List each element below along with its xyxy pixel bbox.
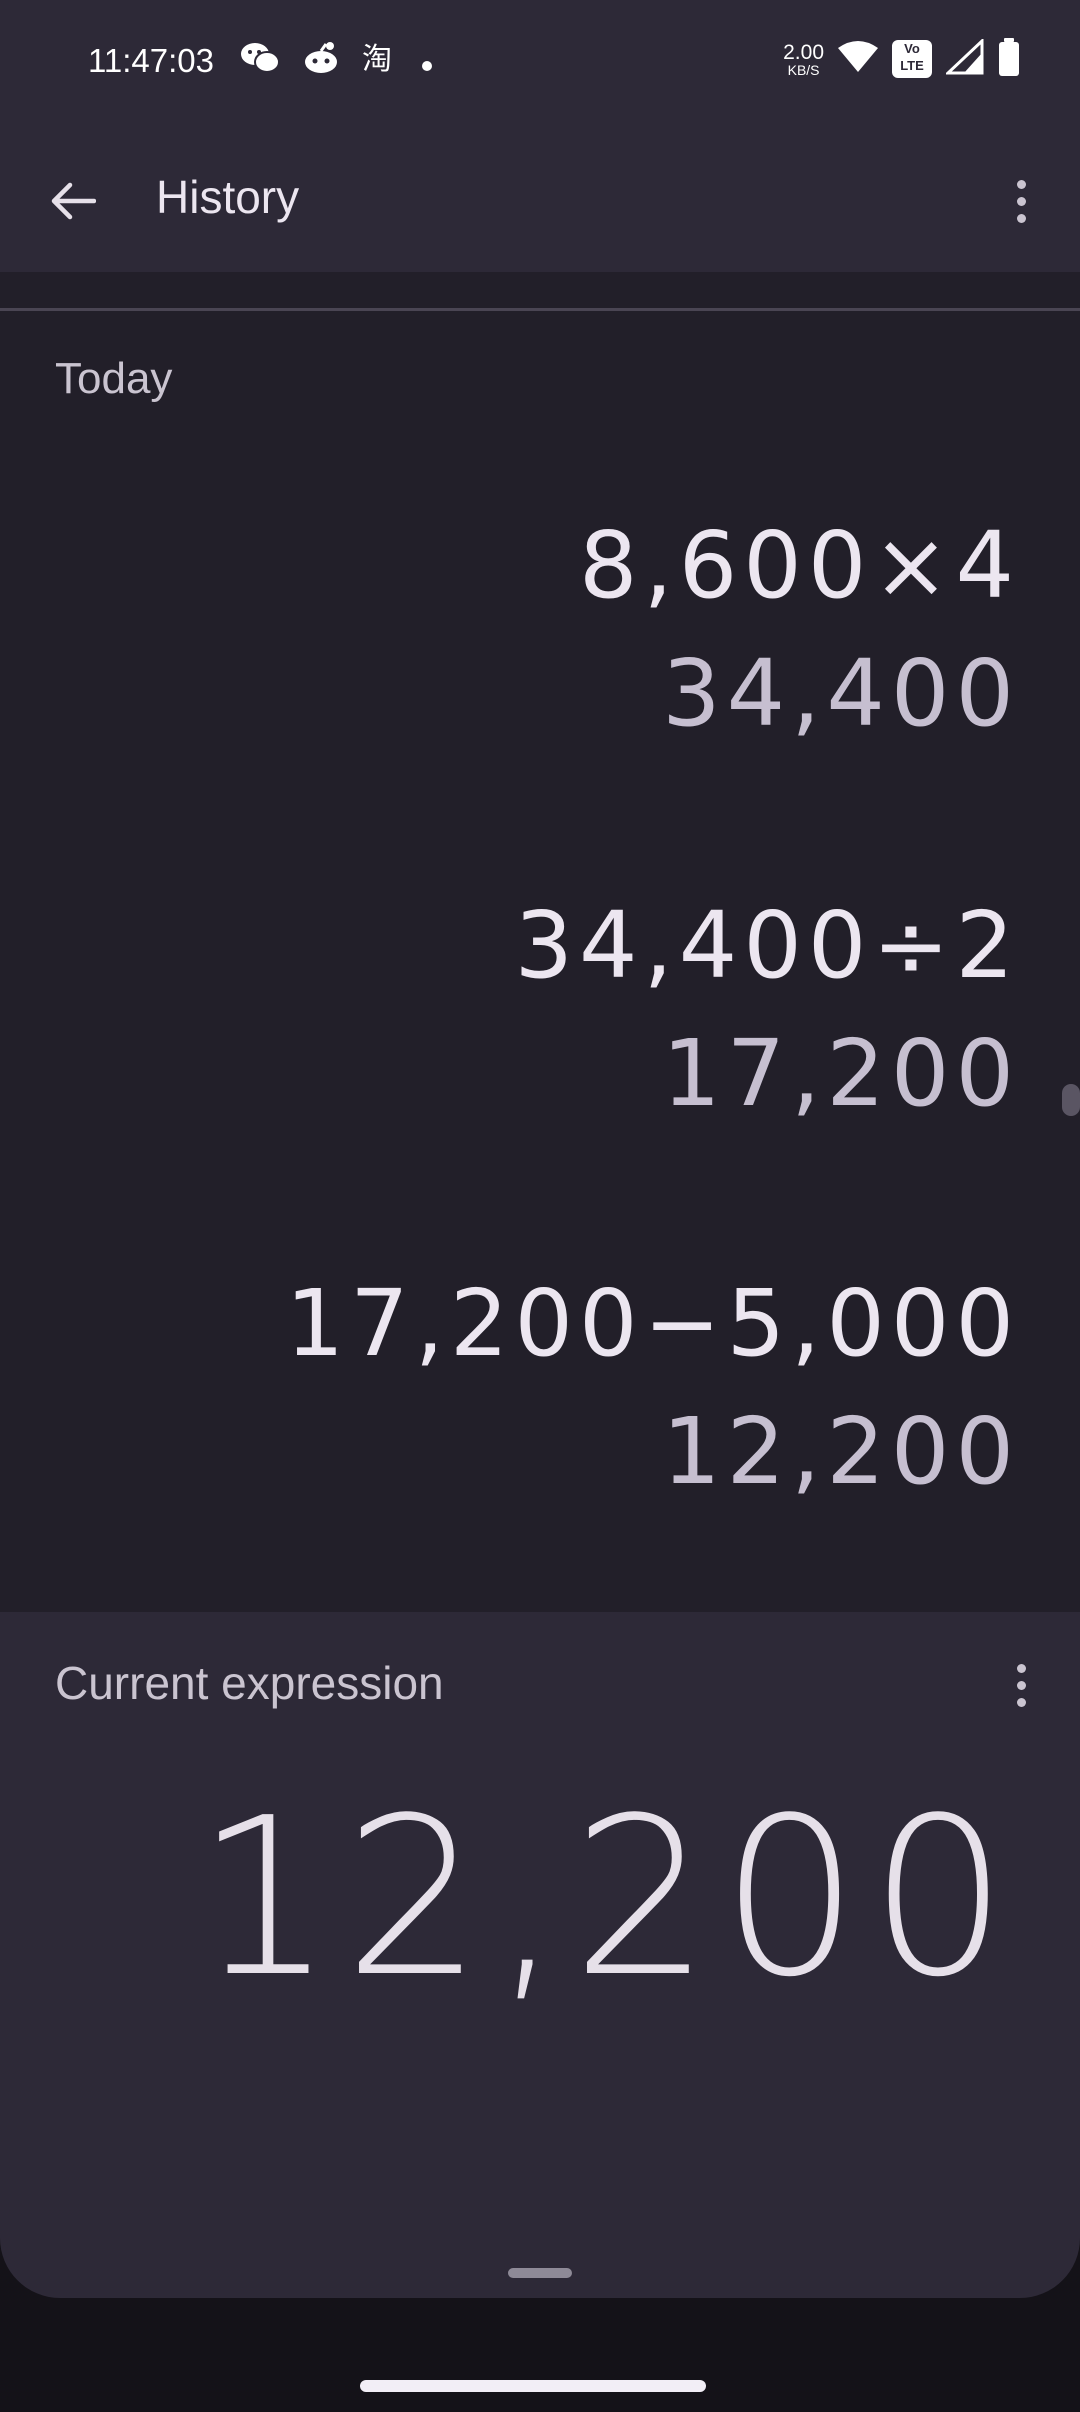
- page-title: History: [156, 171, 300, 223]
- history-expression[interactable]: 8,600×4: [579, 520, 1020, 612]
- taobao-icon: 淘: [362, 41, 398, 86]
- current-expression-label: Current expression: [55, 1657, 444, 1709]
- history-entry[interactable]: 17,200−5,000 12,200: [286, 1278, 1020, 1498]
- notification-icons: 淘: [240, 40, 434, 87]
- navigation-bar: [0, 2298, 1080, 2412]
- scrollbar-thumb[interactable]: [1062, 1084, 1080, 1116]
- history-list[interactable]: Today 8,600×4 34,400 34,400÷2 17,200 17,…: [0, 272, 1080, 1612]
- more-options-button[interactable]: [986, 166, 1056, 236]
- reddit-icon: [302, 40, 340, 87]
- current-expression-menu-button[interactable]: [986, 1650, 1056, 1720]
- section-header-today: Today: [55, 354, 173, 403]
- history-result[interactable]: 34,400: [579, 648, 1020, 740]
- wechat-icon: [240, 40, 280, 87]
- history-result[interactable]: 17,200: [514, 1028, 1020, 1120]
- app-bar: History: [0, 130, 1080, 272]
- divider: [0, 308, 1080, 311]
- net-speed-unit: KB/S: [787, 61, 820, 78]
- status-time: 11:47:03: [88, 42, 215, 79]
- status-bar: 11:47:03 淘 2.00 KB/S Vo LTE: [0, 0, 1080, 130]
- status-right: 2.00 KB/S Vo LTE: [783, 37, 1020, 80]
- history-expression[interactable]: 17,200−5,000: [286, 1278, 1020, 1370]
- more-vert-icon: [1016, 1663, 1026, 1707]
- more-vert-icon: [1016, 179, 1026, 223]
- dot-icon: [420, 44, 434, 84]
- history-entry[interactable]: 34,400÷2 17,200: [514, 900, 1020, 1120]
- net-speed-value: 2.00: [783, 40, 824, 64]
- home-indicator[interactable]: [360, 2380, 706, 2392]
- history-entry[interactable]: 8,600×4 34,400: [579, 520, 1020, 740]
- arrow-back-icon: [51, 182, 96, 220]
- current-expression-value[interactable]: 12,200: [195, 1790, 1018, 2008]
- history-expression[interactable]: 34,400÷2: [514, 900, 1020, 992]
- wifi-icon: [838, 40, 878, 78]
- volte-icon: Vo LTE: [892, 40, 932, 78]
- drag-handle[interactable]: [508, 2268, 572, 2278]
- svg-text:淘: 淘: [362, 42, 392, 75]
- current-expression-panel: Current expression 12,200: [0, 1612, 1080, 2298]
- signal-icon: [944, 37, 984, 79]
- history-result[interactable]: 12,200: [286, 1406, 1020, 1498]
- back-button[interactable]: [40, 168, 106, 234]
- battery-icon: [998, 38, 1020, 80]
- net-speed: 2.00 KB/S: [783, 42, 824, 77]
